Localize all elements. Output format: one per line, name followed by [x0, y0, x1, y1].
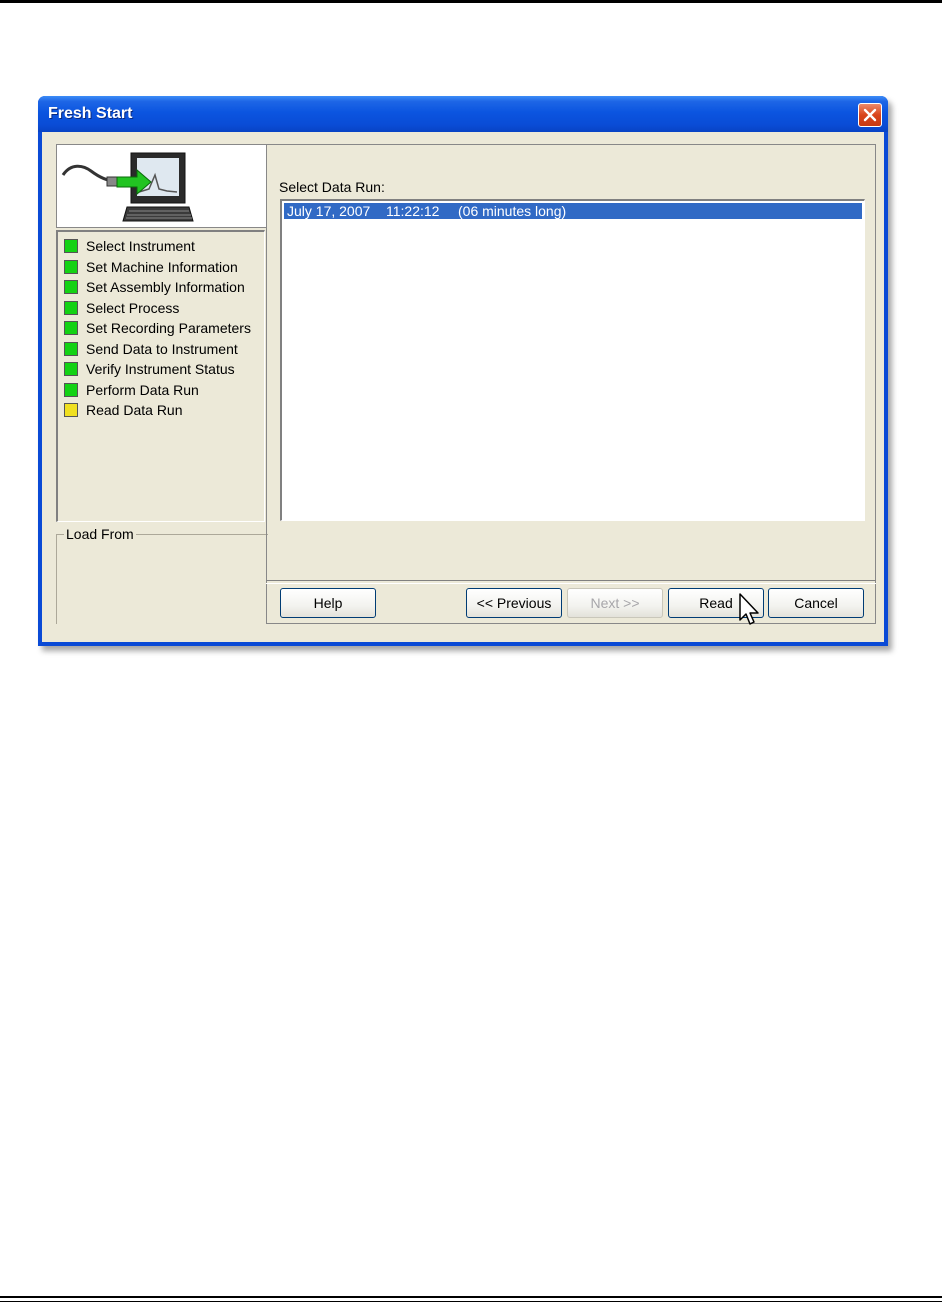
previous-button[interactable]: << Previous	[466, 588, 562, 618]
select-data-run-label: Select Data Run:	[279, 179, 385, 195]
data-run-listbox[interactable]: July 17, 2007 11:22:12 (06 minutes long)	[280, 199, 865, 521]
step-status-indicator	[64, 300, 78, 315]
close-icon	[863, 108, 877, 122]
step-set-assembly-information: Set Assembly Information	[64, 277, 264, 297]
step-perform-data-run: Perform Data Run	[64, 380, 264, 400]
computer-transfer-icon	[61, 152, 194, 222]
load-from-group	[56, 534, 268, 625]
wizard-steps-panel: Select Instrument Set Machine Informatio…	[56, 230, 265, 522]
title-bar[interactable]: Fresh Start	[38, 96, 888, 132]
data-run-time: 11:22:12	[386, 203, 440, 219]
step-status-indicator	[64, 321, 78, 335]
step-status-indicator	[64, 239, 78, 253]
step-label: Read Data Run	[86, 402, 183, 418]
cancel-button[interactable]: Cancel	[768, 588, 864, 618]
step-label: Perform Data Run	[86, 381, 199, 398]
step-status-indicator	[64, 382, 78, 397]
list-item[interactable]: July 17, 2007 11:22:12 (06 minutes long)	[284, 203, 862, 219]
page-rule-top	[0, 0, 942, 3]
load-from-group-edge	[56, 534, 57, 624]
step-send-data-to-instrument: Send Data to Instrument	[64, 339, 264, 359]
window-title: Fresh Start	[48, 105, 133, 122]
next-button[interactable]: Next >>	[567, 588, 663, 618]
step-status-indicator	[64, 259, 78, 274]
step-status-indicator	[64, 341, 78, 356]
step-read-data-run: Read Data Run	[64, 400, 264, 420]
data-run-date: July 17, 2007	[287, 203, 371, 219]
mouse-pointer-icon	[739, 593, 759, 625]
page-rule-bottom-thin	[0, 1301, 942, 1302]
step-label: Set Assembly Information	[86, 279, 245, 295]
step-label: Select Process	[86, 299, 180, 316]
step-select-process: Select Process	[64, 298, 264, 318]
logo-panel	[56, 144, 267, 228]
page-rule-bottom	[0, 1296, 942, 1298]
button-bar-divider	[266, 580, 876, 584]
data-run-duration: (06 minutes long)	[458, 203, 567, 219]
step-status-indicator	[64, 362, 78, 376]
step-label: Set Machine Information	[86, 258, 238, 275]
step-select-instrument: Select Instrument	[64, 236, 264, 256]
step-label: Set Recording Parameters	[86, 320, 251, 336]
close-button[interactable]	[858, 103, 882, 127]
help-button[interactable]: Help	[280, 588, 376, 618]
step-label: Select Instrument	[86, 238, 195, 254]
step-set-machine-information: Set Machine Information	[64, 257, 264, 277]
step-status-indicator	[64, 280, 78, 294]
load-from-label: Load From	[64, 526, 136, 542]
dialog-client-area: Select Instrument Set Machine Informatio…	[42, 132, 884, 642]
step-set-recording-parameters: Set Recording Parameters	[64, 318, 264, 338]
fresh-start-dialog: Fresh Start Select Instrument Set Machin…	[38, 96, 888, 646]
step-verify-instrument-status: Verify Instrument Status	[64, 359, 264, 379]
step-label: Send Data to Instrument	[86, 340, 238, 357]
step-label: Verify Instrument Status	[86, 361, 235, 377]
step-status-indicator	[64, 403, 78, 417]
